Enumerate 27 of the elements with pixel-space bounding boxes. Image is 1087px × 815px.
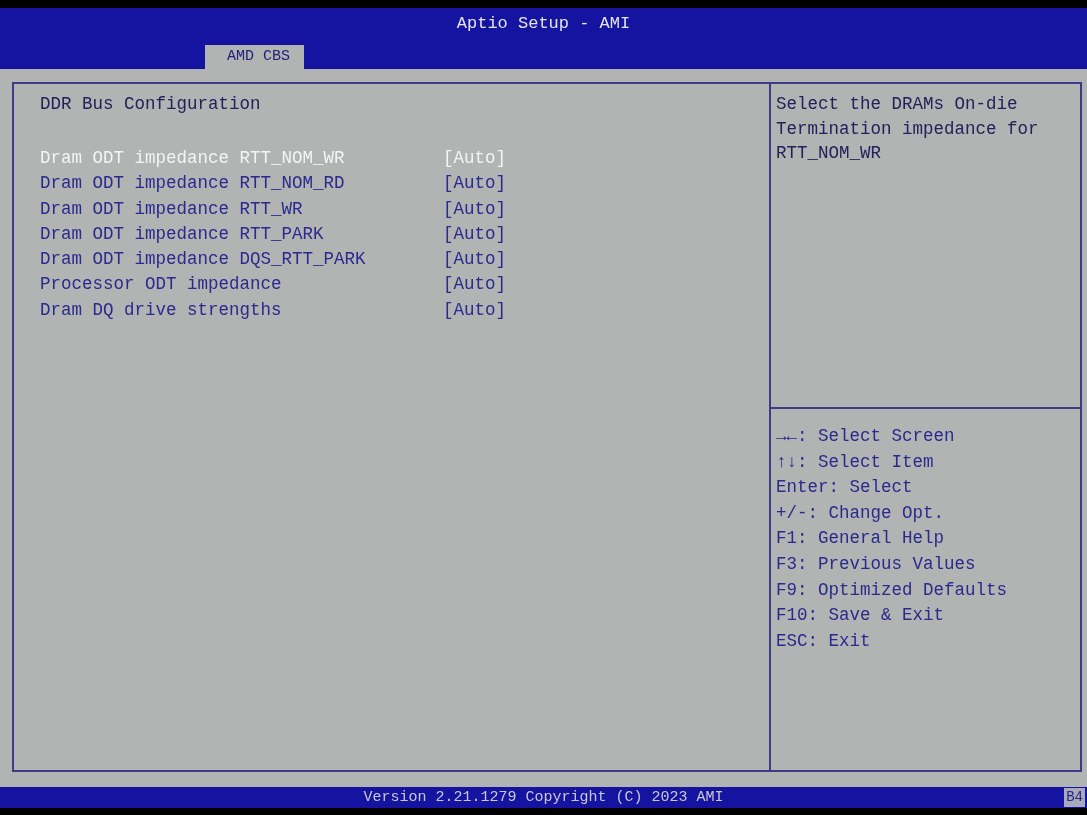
key-hint: Enter: Select bbox=[776, 476, 913, 500]
key-hint: +/-: Change Opt. bbox=[776, 501, 945, 525]
setting-value[interactable]: [Auto] bbox=[443, 297, 506, 324]
key-hint: →←: Select Screen bbox=[776, 425, 955, 448]
setting-value[interactable]: [Auto] bbox=[443, 221, 506, 248]
setting-value[interactable]: [Auto] bbox=[443, 247, 506, 273]
setting-label[interactable]: Dram ODT impedance RTT_PARK bbox=[40, 221, 443, 248]
setting-label[interactable]: Dram ODT impedance RTT_NOM_RD bbox=[40, 171, 443, 197]
window-title: Aptio Setup - AMI bbox=[456, 13, 631, 35]
setting-label[interactable]: Dram ODT impedance RTT_WR bbox=[40, 196, 443, 222]
key-hint: F1: General Help bbox=[776, 527, 945, 551]
setting-value[interactable]: [Auto] bbox=[443, 272, 506, 298]
key-hint: F10: Save & Exit bbox=[776, 604, 945, 628]
tab[interactable]: AMD CBS bbox=[205, 45, 304, 69]
setting-value[interactable]: [Auto] bbox=[443, 171, 506, 197]
setting-label[interactable]: Dram ODT impedance DQS_RTT_PARK bbox=[40, 247, 443, 273]
setting-label[interactable]: Dram DQ drive strengths bbox=[40, 297, 443, 324]
section-heading: DDR Bus Configuration bbox=[40, 93, 261, 116]
setting-label[interactable]: Processor ODT impedance bbox=[40, 272, 443, 298]
post-code: B4 bbox=[1064, 788, 1085, 807]
version-text: Version 2.21.1279 Copyright (C) 2023 AMI bbox=[363, 788, 724, 808]
key-hint: F9: Optimized Defaults bbox=[776, 578, 1008, 602]
help-text: Select the DRAMs On-die Termination impedance for RTT_NOM_WR bbox=[776, 93, 1040, 165]
key-hint: F3: Previous Values bbox=[776, 552, 976, 576]
setting-value[interactable]: [Auto] bbox=[443, 196, 506, 222]
key-hint: ESC: Exit bbox=[776, 629, 871, 653]
key-hint: ↑↓: Select Item bbox=[776, 450, 934, 474]
